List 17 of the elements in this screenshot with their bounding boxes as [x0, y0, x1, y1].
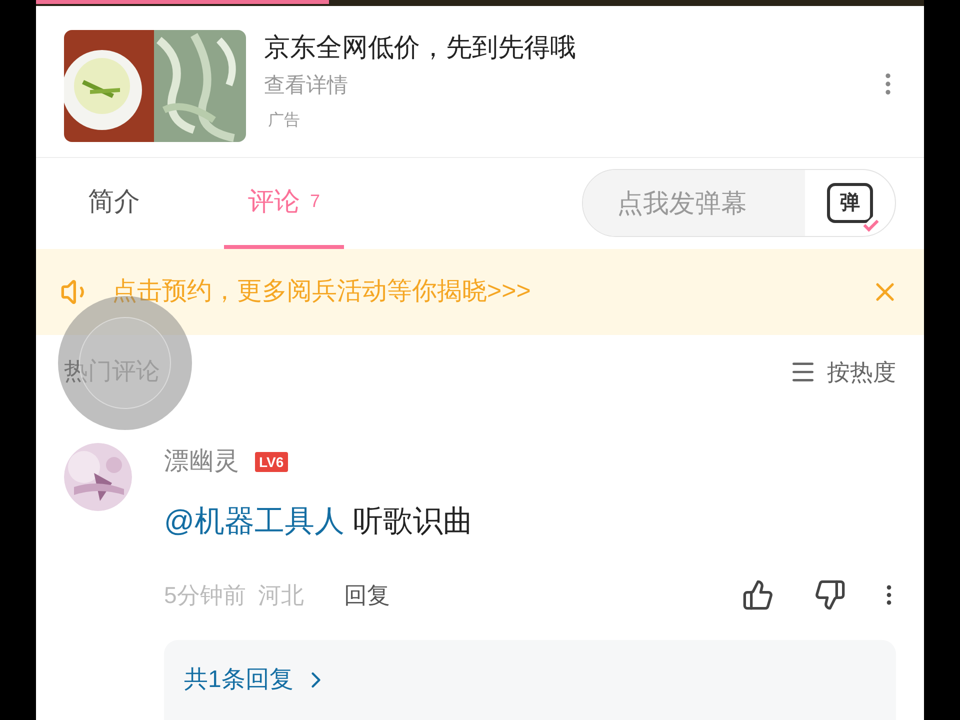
sort-button[interactable]: 按热度: [789, 354, 896, 390]
details-link[interactable]: 查看详情: [264, 70, 348, 102]
dislike-icon[interactable]: [814, 578, 846, 611]
reply-button[interactable]: 回复: [344, 578, 390, 612]
level-badge: LV6: [255, 452, 288, 472]
user-name[interactable]: 漂幽灵: [164, 443, 239, 480]
comment-location: 河北: [258, 580, 304, 610]
comment-text: 听歌识曲: [352, 504, 473, 538]
ad-label: 广告: [268, 110, 301, 132]
mention-link[interactable]: @机器工具人: [164, 504, 344, 538]
notice-text: 点击预约，更多阅兵活动等你揭晓>>>: [112, 276, 532, 308]
like-icon[interactable]: [742, 578, 774, 611]
replies-link[interactable]: 共1条回复: [164, 640, 896, 720]
tab[interactable]: 简介: [64, 158, 164, 249]
danmaku-input[interactable]: 点我发弹幕 弹: [582, 169, 896, 238]
comment-time: 5分钟前: [164, 580, 246, 610]
ad-title: 京东全网低价，先到先得哦: [264, 30, 577, 64]
